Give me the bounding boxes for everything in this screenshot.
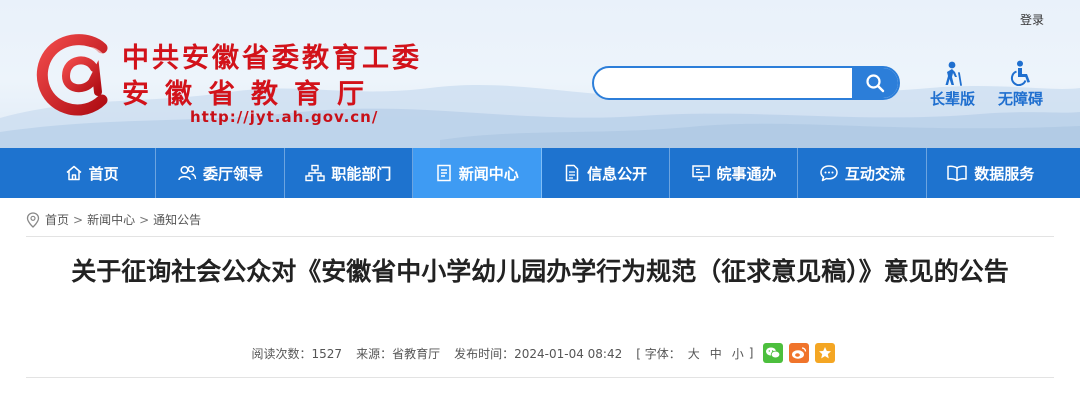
- elder-mode-button[interactable]: 长辈版: [930, 60, 975, 109]
- nav-item-label: 首页: [88, 164, 119, 183]
- star-icon: [819, 347, 832, 359]
- nav-item-interaction[interactable]: 互动交流: [798, 148, 927, 198]
- font-size-label: [ 字体：: [636, 346, 681, 361]
- nav-item-label: 数据服务: [974, 164, 1035, 183]
- logo-icon: [36, 34, 108, 116]
- article-source: 来源：省教育厅: [356, 346, 441, 361]
- leaders-icon: [178, 165, 197, 181]
- nav-item-label: 新闻中心: [458, 164, 519, 183]
- font-size-close-bracket: ]: [748, 346, 754, 360]
- font-size-large[interactable]: 大: [688, 345, 700, 362]
- font-size-small[interactable]: 小: [732, 345, 744, 362]
- breadcrumb: 首页 > 新闻中心 > 通知公告: [26, 211, 201, 228]
- search-button[interactable]: [852, 68, 898, 98]
- article-meta: 阅读次数：1527 来源：省教育厅 发布时间：2024-01-04 08:42 …: [0, 343, 1080, 363]
- nav-item-home[interactable]: 首页: [28, 148, 157, 198]
- site-title-line1: 中共安徽省委教育工委: [122, 43, 422, 74]
- divider: [26, 236, 1054, 237]
- accessibility-icon: [1010, 60, 1030, 86]
- wechat-icon: [766, 347, 781, 359]
- nav-item-label: 信息公开: [587, 164, 648, 183]
- elder-mode-label: 长辈版: [930, 90, 976, 108]
- location-pin-icon: [26, 211, 40, 228]
- nav-item-label: 委厅领导: [203, 164, 264, 183]
- breadcrumb-notices[interactable]: 通知公告: [153, 211, 201, 228]
- nav-item-data-services[interactable]: 数据服务: [927, 148, 1054, 198]
- nav-item-label: 互动交流: [844, 164, 905, 183]
- site-title-line2: 安徽省教育厅: [122, 79, 380, 110]
- nav-item-services[interactable]: 皖事通办: [670, 148, 799, 198]
- document-icon: [565, 164, 579, 182]
- site-header: 登录 中共安徽省委教育工委 安徽省教育厅 http://jyt.ah.gov.c…: [0, 0, 1080, 148]
- add-favorite-button[interactable]: [815, 343, 836, 363]
- share-wechat-button[interactable]: [763, 343, 784, 363]
- article-title: 关于征询社会公众对《安徽省中小学幼儿园办学行为规范（征求意见稿）》意见的公告: [71, 257, 1009, 286]
- search-icon: [866, 74, 885, 93]
- org-chart-icon: [305, 164, 326, 182]
- divider: [26, 377, 1054, 378]
- font-size-medium[interactable]: 中: [710, 345, 722, 362]
- nav-item-news[interactable]: 新闻中心: [413, 148, 542, 198]
- nav-item-label: 皖事通办: [716, 164, 777, 183]
- chat-icon: [820, 165, 838, 182]
- breadcrumb-home[interactable]: 首页: [45, 211, 69, 228]
- book-icon: [947, 165, 968, 182]
- site-url[interactable]: http://jyt.ah.gov.cn/: [190, 108, 378, 126]
- weibo-icon: [792, 347, 807, 359]
- nav-item-leaders[interactable]: 委厅领导: [156, 148, 285, 198]
- read-count: 阅读次数：1527: [251, 346, 343, 361]
- nav-item-departments[interactable]: 职能部门: [285, 148, 414, 198]
- monitor-icon: [691, 165, 710, 181]
- accessibility-label: 无障碍: [998, 90, 1044, 108]
- accessibility-button[interactable]: 无障碍: [998, 60, 1043, 109]
- breadcrumb-separator: >: [73, 212, 84, 227]
- breadcrumb-separator: >: [139, 212, 150, 227]
- login-link[interactable]: 登录: [1020, 11, 1044, 28]
- breadcrumb-news-center[interactable]: 新闻中心: [87, 211, 135, 228]
- elder-icon: [945, 61, 962, 86]
- search-box: [592, 66, 900, 100]
- news-icon: [437, 164, 451, 182]
- share-weibo-button[interactable]: [789, 343, 810, 363]
- home-icon: [66, 165, 82, 181]
- nav-item-label: 职能部门: [331, 164, 392, 183]
- search-input[interactable]: [608, 68, 852, 98]
- nav-item-info-disclosure[interactable]: 信息公开: [542, 148, 670, 198]
- main-nav: 首页 委厅领导 职能部门 新闻中心 信息公开 皖事通办 互动交流 数据服务: [0, 148, 1080, 198]
- publish-time: 发布时间：2024-01-04 08:42: [454, 346, 623, 361]
